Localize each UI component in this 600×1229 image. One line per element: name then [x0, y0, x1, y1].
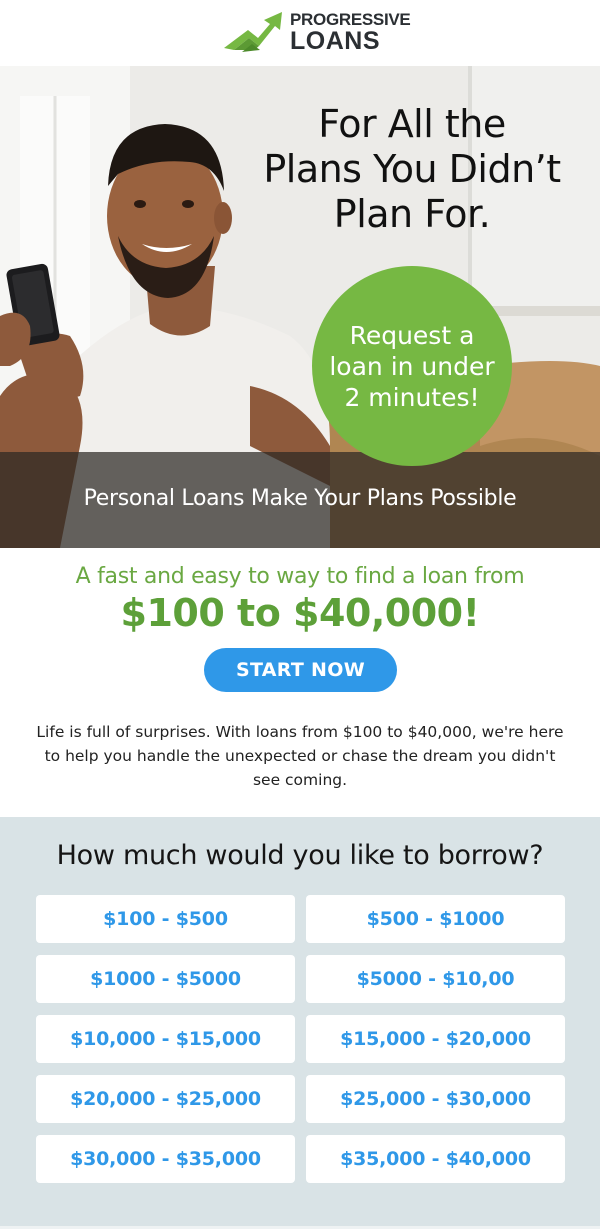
badge-line: Request a: [349, 320, 475, 350]
borrow-question: How much would you like to borrow?: [56, 840, 544, 871]
request-loan-badge[interactable]: Request a loan in under 2 minutes!: [312, 266, 512, 466]
borrow-option-1000-5000[interactable]: $1000 - $5000: [36, 955, 295, 1003]
hero-banner: For All the Plans You Didn’t Plan For. P…: [0, 66, 600, 548]
brand-name-bottom: LOANS: [290, 27, 380, 55]
borrow-amount-section: How much would you like to borrow? $100 …: [0, 817, 600, 1229]
borrow-option-20000-25000[interactable]: $20,000 - $25,000: [36, 1075, 295, 1123]
borrow-option-5000-10000[interactable]: $5000 - $10,00: [306, 955, 565, 1003]
brand-name-top: PROGRESSIVE: [290, 10, 411, 29]
brand-logo[interactable]: PROGRESSIVE LOANS: [222, 8, 411, 54]
headline-line: Plans You Didn’t: [263, 147, 561, 191]
intro-body-text: Life is full of surprises. With loans fr…: [36, 723, 564, 789]
badge-line: 2 minutes!: [344, 382, 480, 412]
headline-line: For All the: [318, 102, 506, 146]
loan-amount-range: $100 to $40,000!: [120, 591, 480, 635]
borrow-option-30000-35000[interactable]: $30,000 - $35,000: [36, 1135, 295, 1183]
borrow-option-35000-40000[interactable]: $35,000 - $40,000: [306, 1135, 565, 1183]
headline-line: Plan For.: [333, 192, 491, 236]
badge-text: Request a loan in under 2 minutes!: [327, 320, 497, 413]
brand-wordmark: PROGRESSIVE LOANS: [290, 10, 411, 55]
borrow-option-25000-30000[interactable]: $25,000 - $30,000: [306, 1075, 565, 1123]
borrow-option-15000-20000[interactable]: $15,000 - $20,000: [306, 1015, 565, 1063]
rising-arrow-logo-icon: [224, 12, 282, 52]
intro-tagline: A fast and easy to way to find a loan fr…: [75, 564, 525, 589]
header: PROGRESSIVE LOANS: [0, 0, 600, 66]
hero-caption: Personal Loans Make Your Plans Possible: [83, 486, 517, 511]
badge-line: loan in under: [329, 351, 495, 381]
borrow-option-500-1000[interactable]: $500 - $1000: [306, 895, 565, 943]
start-now-button[interactable]: START NOW: [204, 648, 397, 692]
borrow-option-10000-15000[interactable]: $10,000 - $15,000: [36, 1015, 295, 1063]
borrow-option-100-500[interactable]: $100 - $500: [36, 895, 295, 943]
hero-headline: For All the Plans You Didn’t Plan For.: [232, 102, 592, 237]
